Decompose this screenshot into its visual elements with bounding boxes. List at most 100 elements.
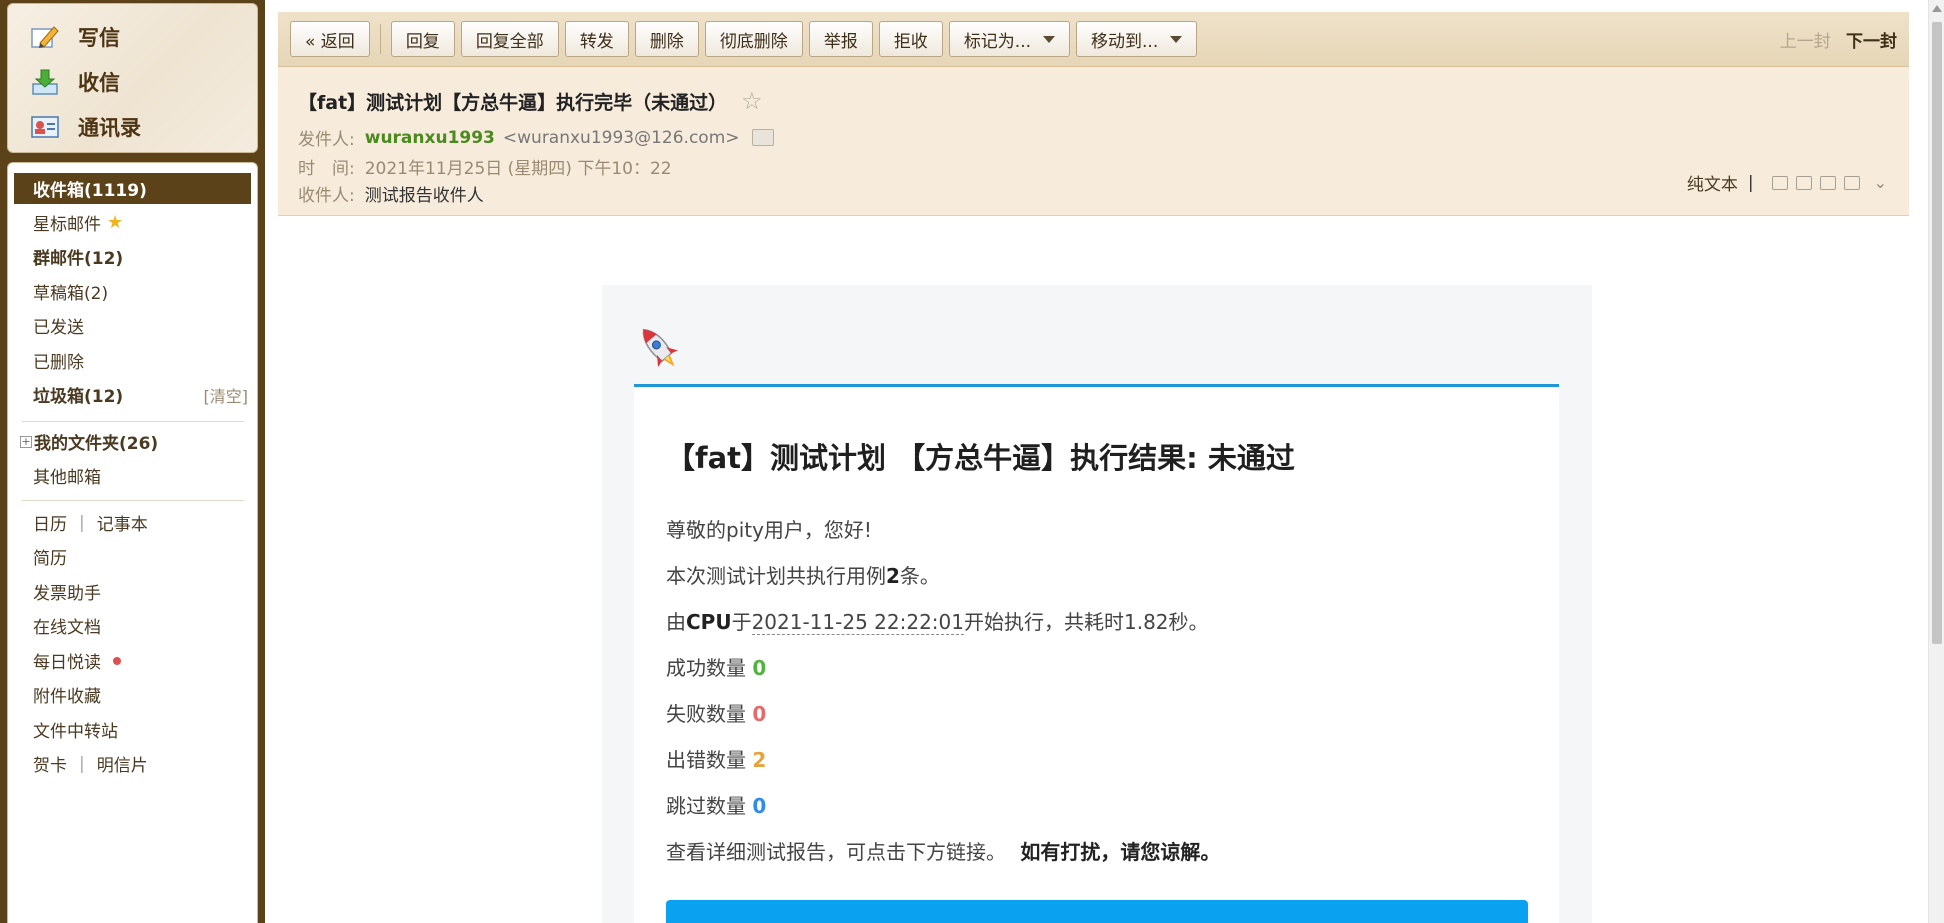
folder-inbox[interactable]: 收件箱(1119) xyxy=(14,173,251,204)
report-title: 【fat】测试计划 【方总牛逼】执行结果: 未通过 xyxy=(666,441,1295,475)
delete-button[interactable]: 删除 xyxy=(634,21,699,57)
error-line: 出错数量 2 xyxy=(666,744,766,773)
reply-all-button[interactable]: 回复全部 xyxy=(460,21,559,57)
quick-actions-panel: 写信 收信 通讯录 xyxy=(7,3,258,153)
report-button[interactable]: 举报 xyxy=(808,21,873,57)
exec-suffix: 开始执行，共耗时1.82秒。 xyxy=(964,610,1209,634)
notebook-link[interactable]: 记事本 xyxy=(97,510,148,535)
tool-attachments[interactable]: 附件收藏 xyxy=(14,679,251,710)
greeting-card-link[interactable]: 贺卡 xyxy=(33,751,67,776)
folder-spam-label: 垃圾箱(12) xyxy=(33,387,124,407)
folder-my-folders[interactable]: + 我的文件夹(26) xyxy=(14,426,251,457)
print-icon[interactable] xyxy=(1843,175,1860,190)
compose-icon xyxy=(30,23,60,51)
tool-resume-label: 简历 xyxy=(33,549,67,569)
mail-subject: 【fat】测试计划【方总牛逼】执行完毕（未通过） ☆ xyxy=(298,87,763,115)
contacts-button[interactable]: 通讯录 xyxy=(30,112,141,142)
subject-text: 【fat】测试计划【方总牛逼】执行完毕（未通过） xyxy=(298,91,728,114)
email-body-card: 【fat】测试计划 【方总牛逼】执行结果: 未通过 尊敬的pity用户，您好! … xyxy=(602,285,1592,923)
tool-docs[interactable]: 在线文档 xyxy=(14,610,251,641)
folder-starred[interactable]: 星标邮件 ★ xyxy=(14,207,251,238)
document-icon[interactable] xyxy=(1795,175,1812,190)
mark-as-dropdown[interactable]: 标记为... xyxy=(948,21,1071,57)
postcard-link[interactable]: 明信片 xyxy=(97,751,148,776)
case-suffix: 条。 xyxy=(899,564,940,588)
recipient-value[interactable]: 测试报告收件人 xyxy=(365,181,484,206)
back-button[interactable]: « 返回 xyxy=(290,21,370,57)
folder-drafts[interactable]: 草稿箱(2) xyxy=(14,276,251,307)
separator: | xyxy=(1747,172,1754,193)
report-panel: 【fat】测试计划 【方总牛逼】执行结果: 未通过 尊敬的pity用户，您好! … xyxy=(634,384,1559,923)
expand-icon[interactable]: + xyxy=(20,435,32,448)
chevron-double-down-icon[interactable]: ⌄ xyxy=(1874,173,1887,192)
download-icon[interactable] xyxy=(1819,175,1836,190)
tools-row-greeting: 贺卡 | 明信片 xyxy=(14,748,251,779)
reject-button[interactable]: 拒收 xyxy=(878,21,943,57)
mark-as-label: 标记为... xyxy=(963,31,1032,52)
tool-invoice-label: 发票助手 xyxy=(33,584,101,604)
sender-row: 发件人: wuranxu1993 <wuranxu1993@126.com> xyxy=(298,125,774,150)
contacts-label: 通讯录 xyxy=(78,116,141,140)
folder-nav: 收件箱(1119) 星标邮件 ★ 群邮件(12) 草稿箱(2) 已发送 已删除 … xyxy=(7,162,258,923)
reply-button[interactable]: 回复 xyxy=(390,21,455,57)
scrollbar[interactable] xyxy=(1928,0,1944,923)
new-window-icon[interactable] xyxy=(1771,175,1788,190)
folder-deleted[interactable]: 已删除 xyxy=(14,345,251,376)
receive-button[interactable]: 收信 xyxy=(30,67,120,97)
star-outline-icon[interactable]: ☆ xyxy=(741,87,763,115)
error-count: 2 xyxy=(752,748,767,772)
apology-text: 如有打扰，请您谅解。 xyxy=(1020,840,1221,864)
receive-icon xyxy=(30,68,60,96)
move-to-dropdown[interactable]: 移动到... xyxy=(1076,21,1198,57)
receive-label: 收信 xyxy=(78,71,120,95)
forward-button[interactable]: 转发 xyxy=(564,21,629,57)
tool-invoice[interactable]: 发票助手 xyxy=(14,576,251,607)
rocket-icon xyxy=(634,320,684,376)
time-row: 时 间: 2021年11月25日 (星期四) 下午10：22 xyxy=(298,154,672,179)
folder-spam[interactable]: 垃圾箱(12) [清空] xyxy=(14,379,251,410)
tool-daily[interactable]: 每日悦读 xyxy=(14,645,251,676)
vcard-icon[interactable] xyxy=(751,129,774,146)
view-report-button[interactable] xyxy=(666,900,1528,923)
compose-label: 写信 xyxy=(78,26,120,50)
skipped-count: 0 xyxy=(752,794,767,818)
next-mail-link[interactable]: 下一封 xyxy=(1846,32,1897,52)
folder-sent[interactable]: 已发送 xyxy=(14,310,251,341)
exec-prefix: 由 xyxy=(666,610,686,634)
separator: | xyxy=(79,512,85,533)
calendar-link[interactable]: 日历 xyxy=(33,510,67,535)
sender-email: <wuranxu1993@126.com> xyxy=(502,127,740,148)
folder-group[interactable]: 群邮件(12) xyxy=(14,241,251,272)
view-options: 纯文本 | ⌄ xyxy=(1687,170,1887,196)
tool-attachments-label: 附件收藏 xyxy=(33,687,101,707)
tool-transfer-label: 文件中转站 xyxy=(33,722,118,742)
spam-clear-link[interactable]: [清空] xyxy=(204,383,249,407)
failed-count: 0 xyxy=(752,702,767,726)
folder-other[interactable]: 其他邮箱 xyxy=(14,460,251,491)
sender-name[interactable]: wuranxu1993 xyxy=(365,128,495,148)
failed-line: 失败数量 0 xyxy=(666,698,766,727)
nav-divider xyxy=(22,421,244,422)
exec-mid: 于 xyxy=(731,610,752,634)
plain-text-link[interactable]: 纯文本 xyxy=(1687,170,1738,195)
tool-daily-label: 每日悦读 xyxy=(33,653,101,673)
time-value: 2021年11月25日 (星期四) 下午10：22 xyxy=(364,159,672,179)
prev-mail-link[interactable]: 上一封 xyxy=(1780,32,1831,52)
scroll-thumb[interactable] xyxy=(1932,22,1942,644)
execution-line: 由CPU于2021-11-25 22:22:01开始执行，共耗时1.82秒。 xyxy=(666,606,1209,635)
greeting-text: 尊敬的pity用户，您好! xyxy=(666,518,872,542)
folder-inbox-label: 收件箱(1119) xyxy=(33,181,147,201)
separator: | xyxy=(79,753,85,774)
folder-group-label: 群邮件(12) xyxy=(33,249,124,269)
compose-button[interactable]: 写信 xyxy=(30,22,120,52)
error-label: 出错数量 xyxy=(666,748,746,772)
tool-resume[interactable]: 简历 xyxy=(14,541,251,572)
folder-starred-label: 星标邮件 xyxy=(33,215,101,235)
detail-line: 查看详细测试报告，可点击下方链接。 如有打扰，请您谅解。 xyxy=(666,836,1220,865)
chevron-down-icon xyxy=(1170,35,1183,43)
delete-forever-button[interactable]: 彻底删除 xyxy=(704,21,803,57)
success-count: 0 xyxy=(752,656,767,680)
scroll-up-arrow-icon[interactable] xyxy=(1932,5,1942,12)
tool-transfer[interactable]: 文件中转站 xyxy=(14,714,251,745)
recipient-row: 收件人: 测试报告收件人 xyxy=(298,181,484,206)
